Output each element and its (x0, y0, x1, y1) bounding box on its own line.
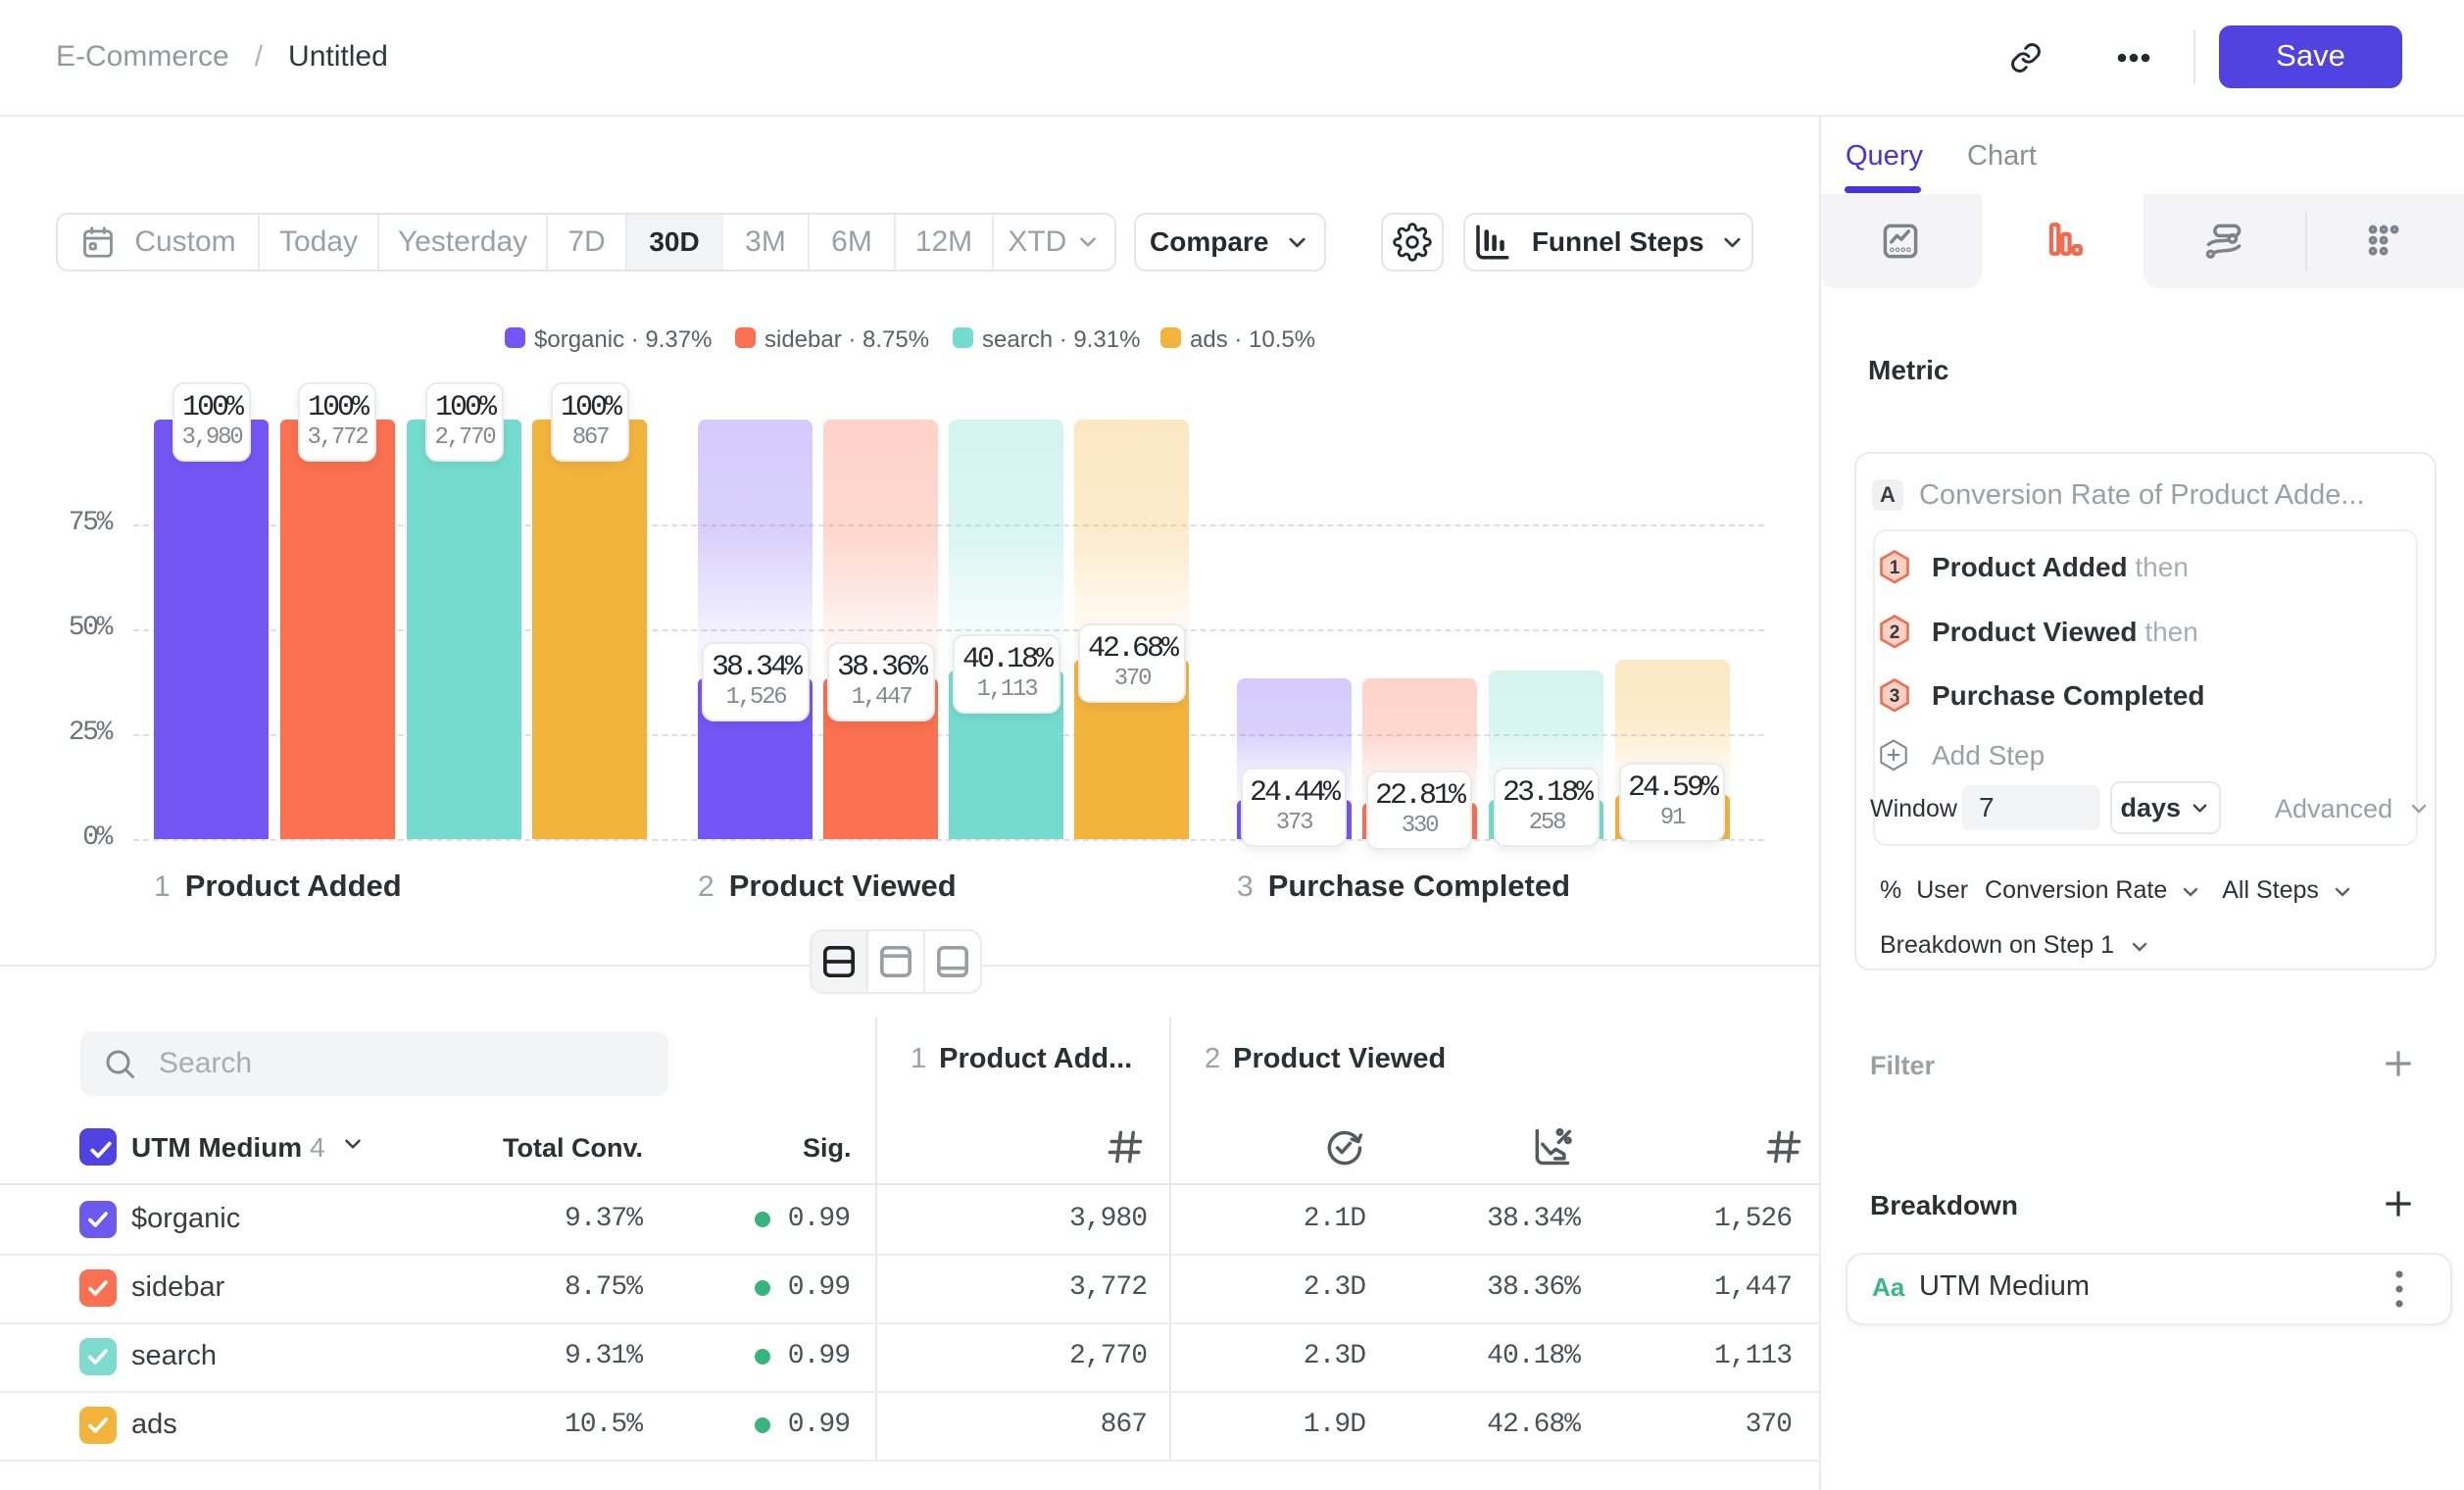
svg-text:2: 2 (1890, 622, 1900, 643)
svg-text:1: 1 (1890, 558, 1900, 578)
svg-text:3: 3 (1890, 686, 1900, 707)
